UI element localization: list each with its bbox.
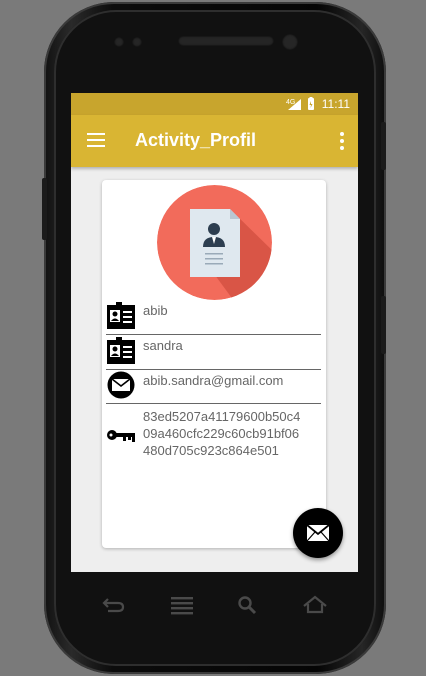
- status-time: 11:11: [321, 97, 350, 111]
- search-key-icon[interactable]: [236, 595, 260, 615]
- key-row: 83ed5207a41179600b50c4 09a460cfc229c60cb…: [106, 408, 321, 462]
- send-email-fab[interactable]: [293, 508, 343, 558]
- battery-icon: [307, 97, 314, 110]
- key-hash-line: 83ed5207a41179600b50c4: [143, 409, 301, 424]
- hamburger-menu-icon[interactable]: [87, 133, 105, 149]
- last-name-value: sandra: [143, 338, 183, 353]
- earpiece-speaker: [178, 36, 274, 46]
- id-card-icon: [107, 337, 135, 364]
- signal-icon: 4G: [286, 99, 301, 110]
- last-name-row: sandra: [106, 337, 321, 367]
- divider: [106, 403, 321, 404]
- screen: 4G 11:11 Activity_Profil abib sandra abi…: [71, 93, 358, 572]
- back-key-icon[interactable]: [102, 595, 126, 615]
- key-hash-line: 480d705c923c864e501: [143, 443, 279, 458]
- volume-button: [42, 178, 47, 240]
- front-camera: [282, 34, 298, 50]
- envelope-icon: [306, 524, 330, 542]
- first-name-value: abib: [143, 303, 168, 318]
- key-hash-line: 09a460cfc229c60cb91bf06: [143, 426, 300, 441]
- email-value: abib.sandra@gmail.com: [143, 373, 284, 388]
- profile-card: abib sandra abib.sandra@gmail.com 83ed52…: [102, 180, 326, 548]
- side-button: [381, 296, 386, 354]
- key-icon: [107, 430, 135, 442]
- page-title: Activity_Profil: [135, 130, 257, 150]
- app-bar: Activity_Profil: [71, 115, 358, 167]
- sensor-dot: [114, 37, 124, 47]
- more-vert-icon[interactable]: [340, 132, 344, 153]
- menu-key-icon[interactable]: [170, 595, 194, 615]
- sensor-dot: [132, 37, 142, 47]
- email-row: abib.sandra@gmail.com: [106, 371, 321, 401]
- divider: [106, 369, 321, 370]
- power-button: [381, 122, 386, 170]
- home-key-icon[interactable]: [302, 595, 328, 615]
- id-card-icon: [107, 302, 135, 329]
- first-name-row: abib: [106, 302, 321, 332]
- divider: [106, 334, 321, 335]
- status-bar: 4G 11:11: [71, 93, 358, 115]
- profile-document-icon: [157, 185, 272, 300]
- network-type-label: 4G: [286, 99, 295, 106]
- envelope-icon: [107, 371, 135, 399]
